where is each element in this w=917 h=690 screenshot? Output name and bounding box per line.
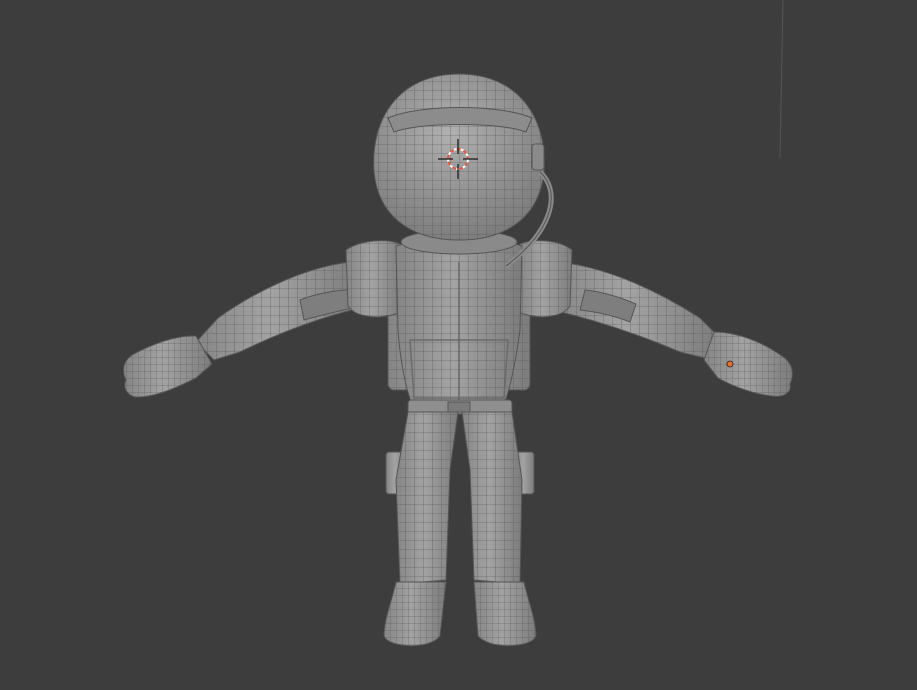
object-origin-dot-icon[interactable]	[726, 360, 734, 368]
right-hand	[703, 331, 793, 397]
right-leg	[461, 411, 523, 585]
left-leg	[395, 411, 459, 585]
boots	[383, 581, 537, 647]
right-arm	[551, 261, 719, 359]
scene-guide-line	[779, 0, 784, 159]
astronaut-model[interactable]	[123, 73, 793, 647]
left-hand	[123, 335, 213, 398]
3d-viewport[interactable]	[0, 0, 917, 690]
helmet	[373, 73, 554, 268]
left-arm	[195, 261, 361, 361]
viewport-canvas[interactable]	[0, 0, 917, 690]
torso	[395, 239, 523, 405]
